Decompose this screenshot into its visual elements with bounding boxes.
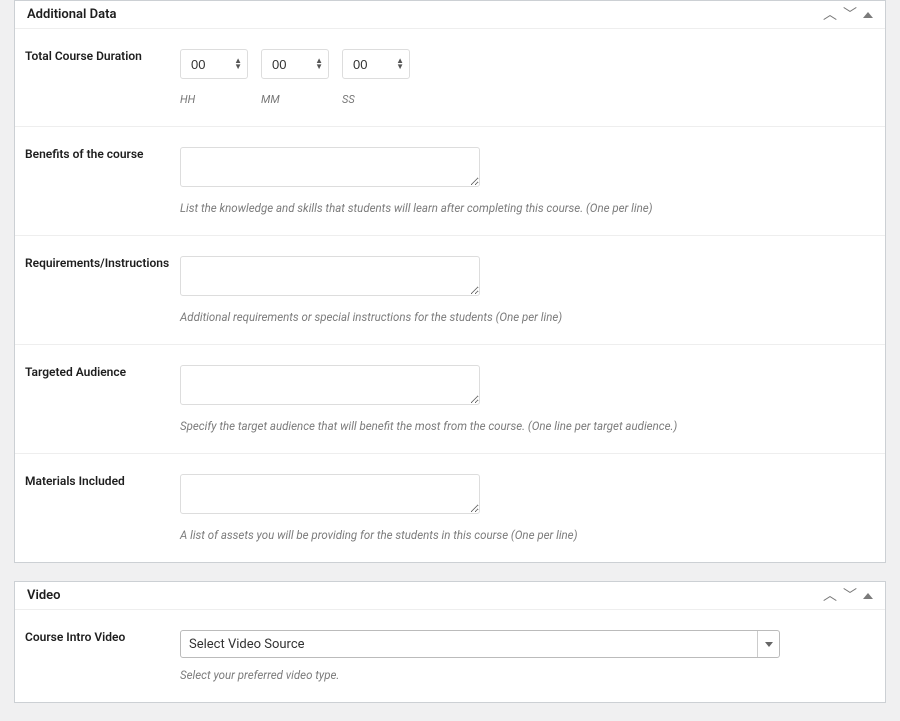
video-source-select[interactable]: Select Video Source <box>180 630 780 658</box>
requirements-hint: Additional requirements or special instr… <box>180 310 875 324</box>
audience-hint: Specify the target audience that will be… <box>180 419 875 433</box>
panel-title: Additional Data <box>27 7 116 22</box>
materials-textarea[interactable] <box>180 474 480 514</box>
field-content-requirements: Additional requirements or special instr… <box>180 256 875 324</box>
panel-additional-data: Additional Data ︿ ﹀ Total Course Duratio… <box>14 0 886 563</box>
field-intro-video: Course Intro Video Select Video Source S… <box>15 610 885 702</box>
requirements-textarea[interactable] <box>180 256 480 296</box>
chevron-down-icon[interactable]: ﹀ <box>843 589 857 603</box>
duration-unit-mm: ▲▼ MM <box>261 49 329 106</box>
field-benefits: Benefits of the course List the knowledg… <box>15 127 885 236</box>
field-requirements: Requirements/Instructions Additional req… <box>15 236 885 345</box>
field-content-materials: A list of assets you will be providing f… <box>180 474 875 542</box>
chevron-up-icon[interactable]: ︿ <box>823 589 837 603</box>
panel-title: Video <box>27 588 61 603</box>
triangle-up-icon[interactable] <box>863 593 873 599</box>
video-source-selected: Select Video Source <box>180 630 780 658</box>
intro-video-hint: Select your preferred video type. <box>180 668 875 682</box>
panel-header-video: Video ︿ ﹀ <box>15 582 885 610</box>
duration-hh-suffix: HH <box>180 93 248 106</box>
benefits-textarea[interactable] <box>180 147 480 187</box>
duration-unit-hh: ▲▼ HH <box>180 49 248 106</box>
field-content-duration: ▲▼ HH ▲▼ MM ▲▼ <box>180 49 875 106</box>
chevron-down-icon[interactable]: ﹀ <box>843 8 857 22</box>
duration-mm-suffix: MM <box>261 93 329 106</box>
field-audience: Targeted Audience Specify the target aud… <box>15 345 885 454</box>
panel-video: Video ︿ ﹀ Course Intro Video Select Vide… <box>14 581 886 703</box>
triangle-up-icon[interactable] <box>863 12 873 18</box>
field-label-audience: Targeted Audience <box>25 365 180 433</box>
panel-header-additional-data: Additional Data ︿ ﹀ <box>15 1 885 29</box>
field-label-duration: Total Course Duration <box>25 49 180 106</box>
field-label-requirements: Requirements/Instructions <box>25 256 180 324</box>
benefits-hint: List the knowledge and skills that stude… <box>180 201 875 215</box>
field-content-audience: Specify the target audience that will be… <box>180 365 875 433</box>
duration-unit-ss: ▲▼ SS <box>342 49 410 106</box>
materials-hint: A list of assets you will be providing f… <box>180 528 875 542</box>
chevron-up-icon[interactable]: ︿ <box>823 8 837 22</box>
duration-ss-suffix: SS <box>342 93 410 106</box>
field-content-benefits: List the knowledge and skills that stude… <box>180 147 875 215</box>
panel-controls: ︿ ﹀ <box>823 589 873 603</box>
panel-controls: ︿ ﹀ <box>823 8 873 22</box>
panel-body: Total Course Duration ▲▼ HH ▲▼ <box>15 29 885 562</box>
duration-hh-input[interactable] <box>180 49 248 79</box>
field-label-intro-video: Course Intro Video <box>25 630 180 682</box>
audience-textarea[interactable] <box>180 365 480 405</box>
field-duration: Total Course Duration ▲▼ HH ▲▼ <box>15 29 885 127</box>
panel-body: Course Intro Video Select Video Source S… <box>15 610 885 702</box>
duration-group: ▲▼ HH ▲▼ MM ▲▼ <box>180 49 875 106</box>
field-label-materials: Materials Included <box>25 474 180 542</box>
duration-mm-input[interactable] <box>261 49 329 79</box>
duration-ss-input[interactable] <box>342 49 410 79</box>
field-materials: Materials Included A list of assets you … <box>15 454 885 562</box>
field-content-intro-video: Select Video Source Select your preferre… <box>180 630 875 682</box>
field-label-benefits: Benefits of the course <box>25 147 180 215</box>
